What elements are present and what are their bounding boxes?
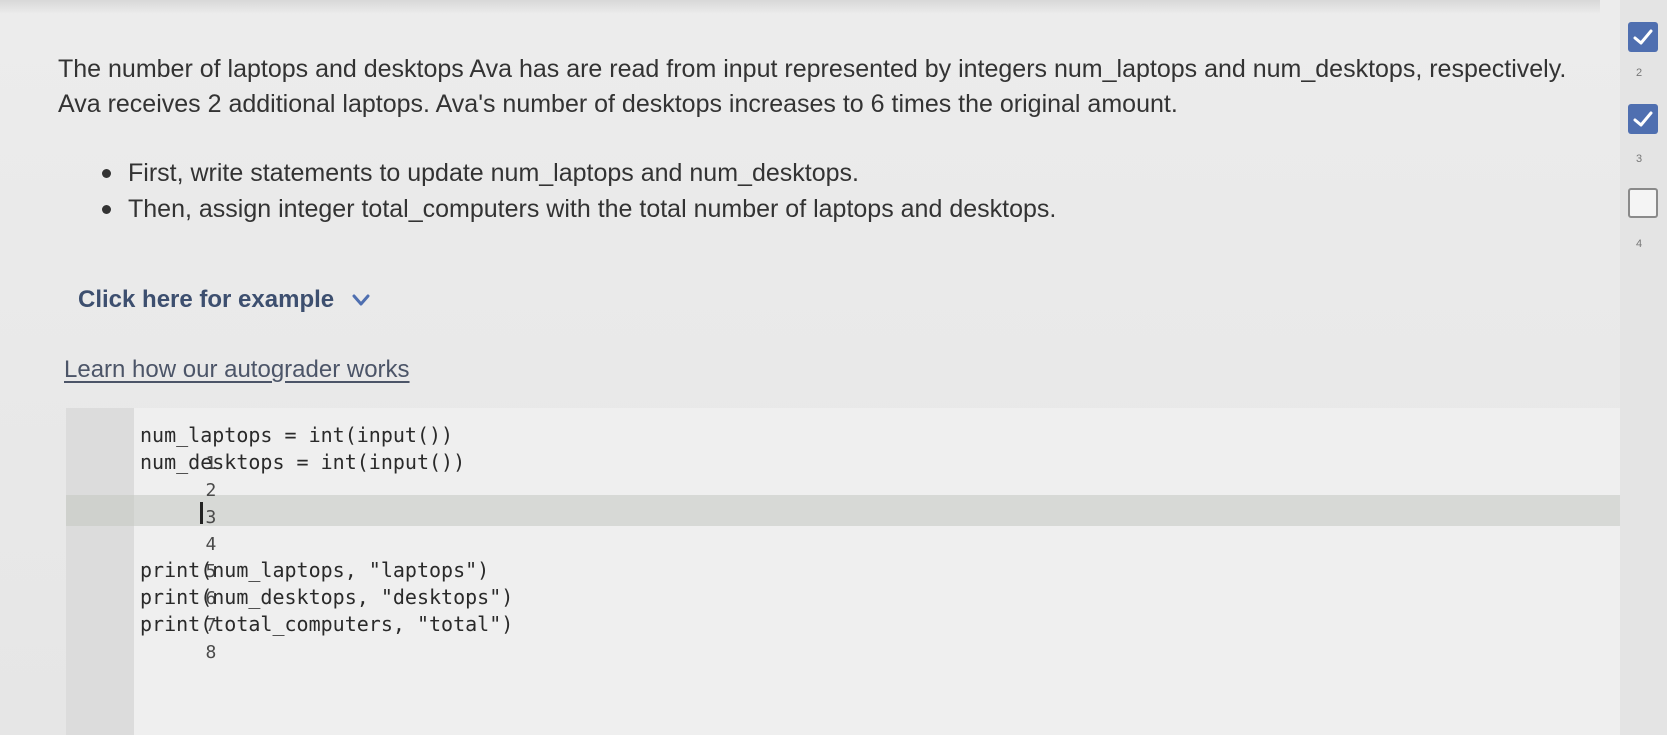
instruction-text: First, write statements to update num_la… [128,159,859,187]
example-toggle-button[interactable]: Click here for example [78,286,372,314]
progress-rail: 2 3 4 [1620,0,1667,735]
instruction-text: Then, assign integer total_computers wit… [128,195,1057,223]
code-line[interactable]: 2 num_desktops = int(input()) [66,449,465,501]
instruction-item: First, write statements to update num_la… [100,155,1056,191]
line-code[interactable]: print(num_desktops, "desktops") [134,584,513,611]
step-number: 3 [1636,153,1643,165]
active-line-highlight [134,495,1626,526]
instruction-list: First, write statements to update num_la… [100,155,1056,227]
page: The number of laptops and desktops Ava h… [0,0,1667,735]
step-number: 2 [1636,67,1643,79]
line-code[interactable]: num_laptops = int(input()) [134,422,453,449]
checkmark-icon [1633,29,1653,45]
line-code[interactable]: num_desktops = int(input()) [134,449,465,476]
instruction-item: Then, assign integer total_computers wit… [100,191,1056,227]
code-line[interactable]: 4 [66,503,216,555]
chevron-down-icon [352,294,370,306]
line-code[interactable]: print(total_computers, "total") [134,611,513,638]
code-line[interactable]: 1 num_laptops = int(input()) [66,422,453,474]
problem-prompt: The number of laptops and desktops Ava h… [58,52,1598,122]
step-complete-box[interactable] [1628,22,1658,52]
line-code[interactable]: print(num_laptops, "laptops") [134,557,489,584]
code-line[interactable]: 5 [66,530,216,582]
example-toggle-label: Click here for example [78,286,335,313]
text-cursor [200,502,203,524]
step-complete-box[interactable] [1628,104,1658,134]
step-incomplete-box[interactable] [1628,188,1658,218]
prompt-paragraph: The number of laptops and desktops Ava h… [58,55,1567,118]
checkmark-icon [1633,111,1653,127]
code-line[interactable]: 8 print(total_computers, "total") [66,611,513,663]
step-number: 4 [1636,238,1643,250]
bullet-icon [102,169,111,178]
top-shadow [0,0,1600,14]
line-number: 8 [205,642,217,663]
code-line[interactable]: 3 [66,476,216,528]
code-line[interactable]: 7 print(num_desktops, "desktops") [66,584,513,636]
code-editor[interactable]: 1 num_laptops = int(input()) 2 num_deskt… [66,408,1626,735]
code-lines: 1 num_laptops = int(input()) 2 num_deskt… [66,422,513,663]
code-line[interactable]: 6 print(num_laptops, "laptops") [66,557,489,609]
autograder-link[interactable]: Learn how our autograder works [64,356,410,384]
bullet-icon [102,205,111,214]
